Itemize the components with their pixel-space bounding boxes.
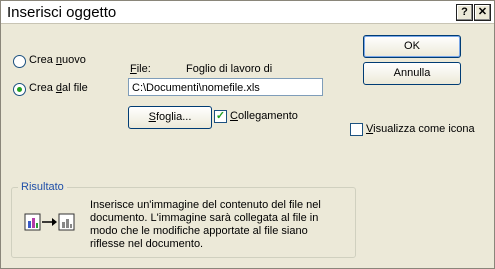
result-group-label: Risultato [18,181,67,193]
create-from-file-label-c: al file [62,82,88,94]
browse-rest: foglia... [155,111,192,123]
radio-selected-dot [17,87,22,92]
ok-button[interactable]: OK [363,35,461,58]
link-rest: ollegamento [237,110,298,122]
create-from-file-radio[interactable] [13,83,26,96]
help-button[interactable]: ? [456,4,473,21]
create-from-file-label-a: Crea [29,82,56,94]
dialog-title: Inserisci oggetto [7,4,117,21]
display-as-icon-label[interactable]: Visualizza come icona [366,123,475,135]
link-accel: C [230,110,238,122]
create-new-radio[interactable] [13,55,26,68]
title-bar[interactable]: Inserisci oggetto ? ✕ [1,1,494,24]
insert-object-dialog: Inserisci oggetto ? ✕ Crea nuovo Crea da… [0,0,495,269]
close-button[interactable]: ✕ [474,4,491,21]
cancel-button[interactable]: Annulla [363,62,461,85]
file-label-accel: F [130,63,137,75]
result-description: Inserisce un'immagine del contenuto del … [90,199,321,250]
file-path-input[interactable]: C:\Documenti\nomefile.xls [128,78,323,96]
file-label-rest: ile: [136,63,151,75]
display-as-icon-checkbox[interactable] [350,123,363,136]
browse-accel: S [148,111,156,123]
link-checkbox-label[interactable]: Collegamento [230,110,298,122]
create-new-label-c: uovo [62,54,86,66]
create-new-label[interactable]: Crea nuovo [29,54,86,66]
file-type-label: Foglio di lavoro di [186,63,273,75]
display-as-icon-rest: isualizza come icona [373,123,475,135]
create-new-label-a: Crea [29,54,56,66]
linked-file-icon [22,210,78,234]
browse-button[interactable]: Sfoglia... [128,106,212,129]
file-label: File: [130,63,151,75]
create-from-file-label[interactable]: Crea dal file [29,82,88,94]
link-checkbox[interactable]: ✓ [214,110,227,123]
